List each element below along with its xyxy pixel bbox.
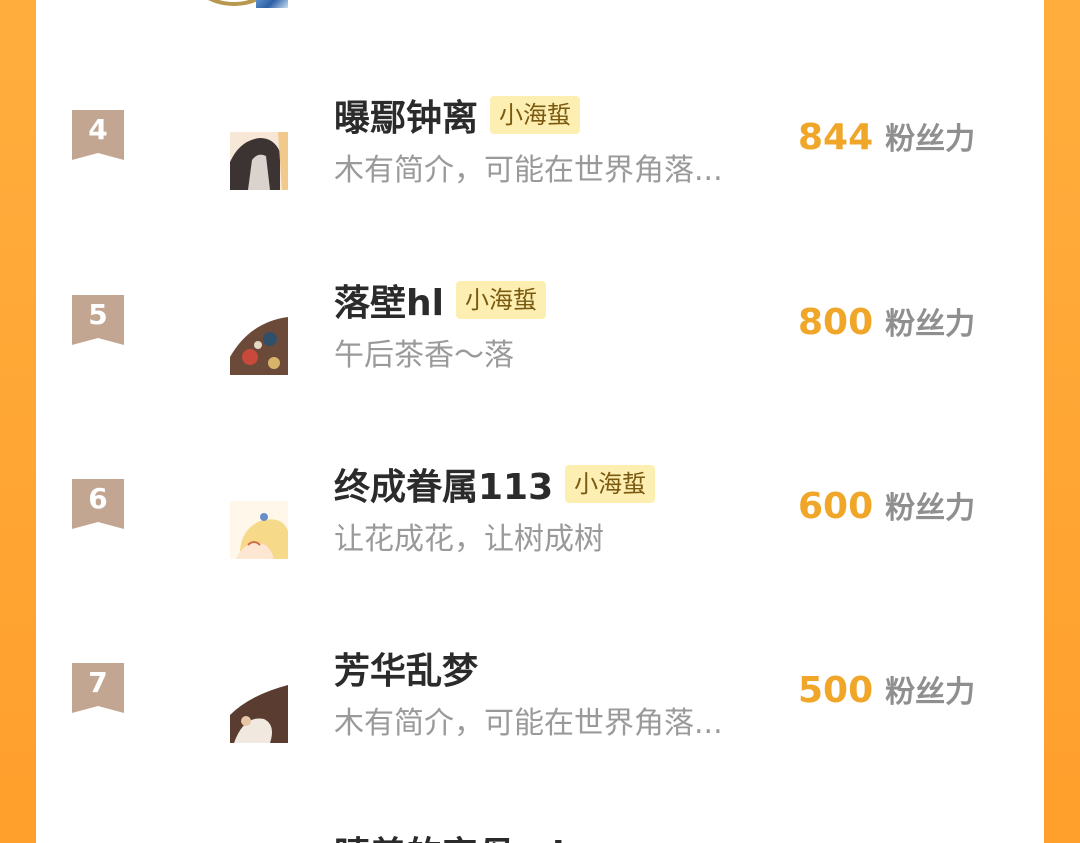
score-unit: 粉丝力: [885, 122, 976, 157]
user-name[interactable]: 终成眷属113: [334, 458, 553, 510]
user-bio: 让花成花，让树成树: [334, 522, 604, 557]
rank-badge: 4: [72, 110, 124, 160]
user-bio: 木有简介，可能在世界角落...: [334, 153, 723, 188]
user-name-line: 终成眷属113 小海蜇: [334, 458, 656, 510]
user-name-partial[interactable]: 晴善的字母 nl...: [334, 826, 606, 843]
ranking-row[interactable]: 7 芳华乱梦 木有简介，可能在世界角落... 500 粉丝力: [36, 643, 1044, 793]
score-value: 800: [798, 302, 874, 343]
score-unit: 粉丝力: [885, 307, 976, 342]
score-value: 500: [798, 670, 874, 711]
fan-level-badge: 小海蜇: [565, 465, 656, 503]
user-name[interactable]: 芳华乱梦: [334, 642, 478, 694]
fan-power-score: 844 粉丝力: [798, 114, 975, 158]
avatar[interactable]: [230, 685, 288, 743]
avatar[interactable]: [230, 501, 288, 559]
rank-badge: 7: [72, 663, 124, 713]
user-name-line: 曝鄢钟离 小海蜇: [334, 89, 581, 141]
fan-power-score: 800 粉丝力: [798, 299, 975, 343]
user-name-line: 芳华乱梦: [334, 643, 478, 693]
rank-badge: 6: [72, 479, 124, 529]
user-bio: 午后茶香～落: [334, 338, 514, 373]
user-name-line: 落壁hl 小海蜇: [334, 275, 546, 325]
user-bio: 木有简介，可能在世界角落...: [334, 706, 723, 741]
score-value: 844: [798, 117, 874, 158]
fan-ranking-panel: 4 曝鄢钟离 小海蜇 木有简介，可能在世界角落... 844 粉丝力 5 落壁h…: [36, 0, 1044, 843]
rank-badge: 5: [72, 295, 124, 345]
fan-level-badge: 小海蜇: [490, 96, 581, 134]
ranking-row[interactable]: 4 曝鄢钟离 小海蜇 木有简介，可能在世界角落... 844 粉丝力: [36, 90, 1044, 240]
fan-power-score: 500 粉丝力: [798, 667, 975, 711]
ranking-row[interactable]: 5 落壁hl 小海蜇 午后茶香～落 800 粉丝力: [36, 275, 1044, 425]
user-name[interactable]: 落壁hl: [334, 274, 444, 326]
avatar: [256, 0, 288, 8]
ranking-row[interactable]: 6 终成眷属113 小海蜇 让花成花，让树成树 600 粉丝力: [36, 459, 1044, 609]
avatar[interactable]: [230, 317, 288, 375]
score-value: 600: [798, 486, 874, 527]
fan-level-badge: 小海蜇: [455, 281, 546, 319]
score-unit: 粉丝力: [885, 675, 976, 710]
rank-3-avatar-partial[interactable]: [186, 0, 306, 10]
user-name[interactable]: 曝鄢钟离: [334, 89, 478, 141]
score-unit: 粉丝力: [885, 491, 976, 526]
fan-power-score: 600 粉丝力: [798, 483, 975, 527]
avatar[interactable]: [230, 132, 288, 190]
